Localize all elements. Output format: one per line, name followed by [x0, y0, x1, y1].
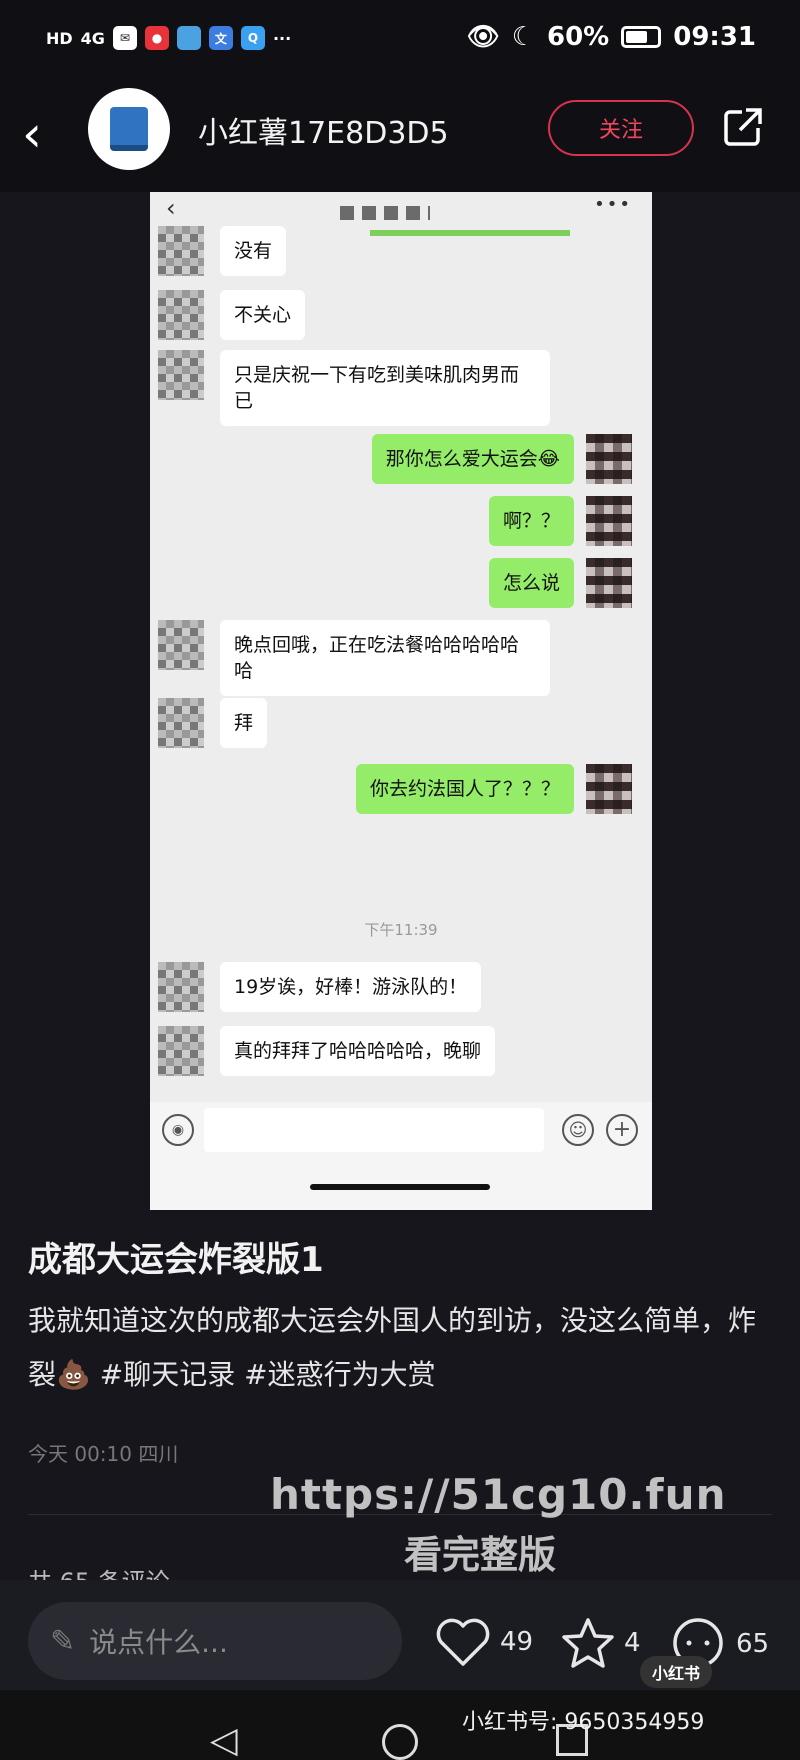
brand-id-line: 小红书号: 9650354959 [462, 1710, 705, 1735]
follow-button[interactable]: 关注 [548, 100, 694, 156]
status-bar: HD 4G ✉ ● 文 Q ··· 👁 ☾ 60% 09:31 [0, 0, 800, 82]
mail-icon: ✉ [112, 26, 137, 50]
star-button[interactable]: 4 [560, 1616, 641, 1670]
blurred-chat-title [340, 206, 430, 220]
comment-input[interactable]: ✎ 说点什么... [28, 1602, 402, 1680]
self-avatar [586, 558, 632, 608]
search-app-icon: Q [240, 26, 265, 50]
chat-message-row: 那你怎么爱大运会😂 [371, 434, 632, 484]
hashtag-link[interactable]: #迷惑行为大赏 [244, 1358, 435, 1391]
author-avatar[interactable] [88, 88, 170, 170]
translate-icon: 文 [208, 26, 233, 50]
more-icon: ••• [594, 194, 632, 215]
nav-home-icon[interactable] [382, 1724, 418, 1760]
like-count: 49 [500, 1627, 534, 1657]
post-header: ‹ 小红薯17E8D3D5 关注 [0, 82, 800, 192]
network-label: HD [46, 28, 73, 48]
message-bubble: 没有 [220, 226, 287, 276]
more-notifications-icon: ··· [272, 28, 292, 48]
chat-back-icon: ‹ [166, 194, 176, 222]
chat-message-row: 真的拜拜了哈哈哈哈哈，晚聊 [158, 1026, 496, 1076]
post-meta: 今天 00:10 四川 [28, 1442, 179, 1466]
message-bubble: 拜 [220, 698, 268, 748]
chat-message-row: 晚点回哦，正在吃法餐哈哈哈哈哈哈 [158, 620, 550, 696]
moon-icon: ☾ [511, 22, 535, 52]
chat-message-row: 怎么说 [488, 558, 632, 608]
clock: 09:31 [673, 22, 756, 52]
back-button[interactable]: ‹ [22, 104, 72, 164]
comment-count: 共 65 条评论 [28, 1568, 170, 1582]
status-icons-right: 👁 ☾ 60% 09:31 [467, 22, 756, 52]
battery-percent: 60% [547, 22, 610, 52]
sender-avatar [158, 350, 204, 400]
message-bubble: 只是庆祝一下有吃到美味肌肉男而已 [220, 350, 550, 426]
bottom-action-bar: ✎ 说点什么... 49 4 65 小红书 [0, 1580, 800, 1690]
share-icon[interactable] [722, 106, 764, 148]
message-bubble: 你去约法国人了？？？ [355, 764, 574, 814]
sender-avatar [158, 698, 204, 748]
chat-text-field [204, 1108, 544, 1152]
chat-message-row: 啊？？ [488, 496, 632, 546]
message-bubble: 真的拜拜了哈哈哈哈哈，晚聊 [220, 1026, 496, 1076]
chat-message-row: 不关心 [158, 290, 306, 340]
watermark-subtitle: 看完整版 [404, 1533, 557, 1577]
comment-placeholder: 说点什么... [89, 1626, 228, 1659]
signal-label: 4G [80, 28, 105, 48]
watermark-url: https://51cg10.fun [270, 1470, 727, 1519]
blurred-banner [370, 230, 570, 236]
hashtag-link[interactable]: #聊天记录 [100, 1358, 235, 1391]
plus-icon: + [606, 1114, 638, 1146]
message-bubble: 19岁诶，好棒！游泳队的！ [220, 962, 482, 1012]
emoji-icon: ☺ [562, 1114, 594, 1146]
message-bubble: 怎么说 [488, 558, 574, 608]
message-bubble: 啊？？ [488, 496, 574, 546]
chat-timestamp: 下午11:39 [364, 921, 438, 939]
post-title: 成都大运会炸裂版1 [28, 1240, 324, 1280]
self-avatar [586, 496, 632, 546]
like-button[interactable]: 49 [434, 1616, 533, 1668]
sender-avatar [158, 226, 204, 276]
chat-message-row: 你去约法国人了？？？ [355, 764, 632, 814]
sender-avatar [158, 962, 204, 1012]
chat-message-row: 19岁诶，好棒！游泳队的！ [158, 962, 482, 1012]
self-avatar [586, 434, 632, 484]
sender-avatar [158, 290, 204, 340]
self-avatar [586, 764, 632, 814]
home-indicator [310, 1184, 490, 1190]
message-bubble: 那你怎么爱大运会😂 [371, 434, 574, 484]
app-notification-icon: ● [144, 26, 169, 50]
book-icon [110, 107, 148, 151]
post-body: 我就知道这次的成都大运会外国人的到访，没这么简单，炸裂💩 #聊天记录 #迷惑行为… [28, 1294, 778, 1402]
chat-message-row: 没有 [158, 226, 287, 276]
status-icons-left: HD 4G ✉ ● 文 Q ··· [46, 26, 291, 50]
nav-back-icon[interactable]: ◁ [210, 1720, 238, 1760]
pencil-icon: ✎ [50, 1623, 76, 1659]
brand-badge: 小红书 [640, 1656, 712, 1688]
battery-icon [621, 26, 662, 48]
voice-icon: ◉ [162, 1114, 194, 1146]
message-bubble: 晚点回哦，正在吃法餐哈哈哈哈哈哈 [220, 620, 550, 696]
chat-message-row: 只是庆祝一下有吃到美味肌肉男而已 [158, 350, 550, 426]
sender-avatar [158, 620, 204, 670]
message-bubble: 不关心 [220, 290, 306, 340]
chat-input-bar: ◉ ☺ + [150, 1102, 652, 1210]
star-count: 4 [624, 1628, 641, 1658]
comment-total: 65 [736, 1629, 770, 1659]
eye-icon: 👁 [466, 22, 500, 52]
post-image[interactable]: ‹ ••• 没有 不关心 只是庆祝一下有吃到美味肌肉男而已 那你怎么爱大运会😂 … [150, 192, 652, 1210]
chat-message-row: 拜 [158, 698, 268, 748]
sender-avatar [158, 1026, 204, 1076]
author-username[interactable]: 小红薯17E8D3D5 [198, 108, 449, 152]
heart-icon [436, 1618, 490, 1666]
star-icon [562, 1618, 614, 1668]
browser-icon [176, 26, 201, 50]
